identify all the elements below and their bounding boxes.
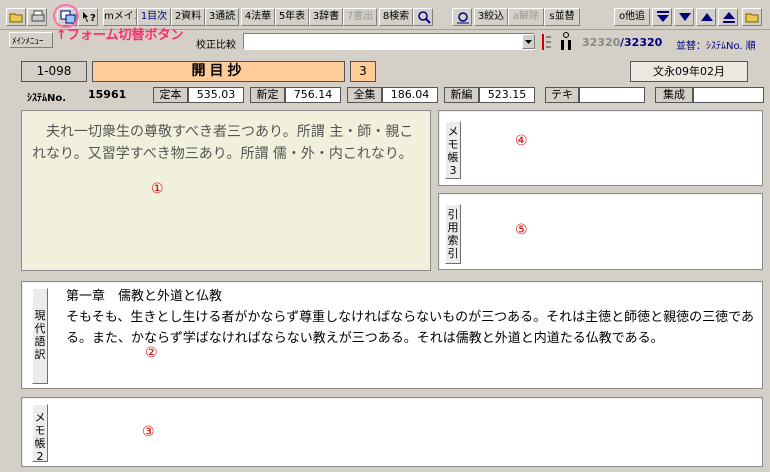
marker-3: ③ bbox=[142, 424, 155, 440]
folder-open-icon bbox=[9, 13, 23, 23]
prev-record-button[interactable] bbox=[696, 8, 716, 26]
compare-dropdown-button[interactable] bbox=[522, 34, 535, 49]
chronology-button[interactable]: 5年表 bbox=[275, 8, 309, 26]
help-button[interactable]: ? bbox=[78, 8, 98, 26]
arrow-bottom-icon bbox=[657, 11, 669, 22]
citation-panel[interactable]: 引用索引 ⑤ bbox=[438, 193, 763, 270]
marker-4: ④ bbox=[515, 133, 528, 149]
work-date: 文永09年02月 bbox=[630, 61, 748, 82]
text-label: テキ bbox=[545, 87, 579, 103]
continuous-read-button[interactable]: 3通読 bbox=[205, 8, 239, 26]
teihon-label: 定本 bbox=[153, 87, 188, 103]
bookmark-icon bbox=[542, 34, 551, 50]
open-folder-button[interactable] bbox=[6, 8, 26, 26]
shusei-label: 集成 bbox=[655, 87, 693, 103]
compare-label: 校正比較 bbox=[196, 40, 236, 51]
work-title: 開目抄 bbox=[92, 61, 345, 82]
arrow-up-icon bbox=[701, 13, 713, 21]
next-record-button[interactable] bbox=[674, 8, 694, 26]
hokke-button[interactable]: 4法華 bbox=[241, 8, 275, 26]
record-position: 32320 bbox=[582, 36, 621, 49]
compare-select[interactable] bbox=[243, 33, 535, 50]
modern-translation-panel[interactable]: 現代語訳 第一章 儒教と外道と仏教 そもそも、生きとし生ける者がかならず尊重しな… bbox=[21, 281, 763, 389]
toolbar: ? mメイン 1目次 2資料 3通読 4法華 5年表 3辞書 7書出 8検索 3… bbox=[0, 0, 770, 30]
last-record-button[interactable] bbox=[718, 8, 738, 26]
magnifier-down-icon bbox=[457, 12, 469, 24]
system-no-label: ｼｽﾃﾑNo. bbox=[27, 93, 67, 104]
toc-button[interactable]: 1目次 bbox=[137, 8, 171, 26]
memo3-label: メモ帳3 bbox=[447, 125, 459, 177]
original-text-panel[interactable]: 夫れ一切衆生の尊敬すべき者三つあり。所謂 主・師・親これなり。又習学すべき物三あ… bbox=[21, 110, 431, 271]
citation-index-button[interactable]: 引用索引 bbox=[445, 204, 461, 264]
shinpen-value: 523.15 bbox=[479, 87, 535, 103]
magnifier-icon bbox=[418, 11, 431, 24]
main-menu-tab[interactable]: ﾒｲﾝﾒﾆｭｰ bbox=[9, 32, 53, 48]
marker-5: ⑤ bbox=[515, 222, 528, 238]
memo3-button[interactable]: メモ帳3 bbox=[445, 121, 461, 179]
svg-text:?: ? bbox=[90, 13, 96, 24]
memo2-button[interactable]: メモ帳2 bbox=[32, 404, 48, 463]
memo3-panel[interactable]: メモ帳3 ④ bbox=[438, 110, 763, 186]
form-switch-annotation: ↑フォーム切替ボタン bbox=[56, 28, 184, 43]
teihon-value: 535.03 bbox=[188, 87, 244, 103]
memo2-label: メモ帳2 bbox=[34, 411, 46, 463]
sort-button[interactable]: s並替 bbox=[544, 8, 580, 26]
arrow-top-icon bbox=[723, 12, 735, 23]
modern-text: そもそも、生きとし生ける者がかならず尊重しなければならないものが三つある。それは… bbox=[66, 310, 754, 346]
main-menu-button[interactable]: mメイン bbox=[103, 8, 137, 26]
work-code: 1-098 bbox=[21, 61, 87, 82]
print-button[interactable] bbox=[27, 8, 47, 26]
open-folder-right-button[interactable] bbox=[742, 8, 762, 26]
write-out-button[interactable]: 7書出 bbox=[343, 8, 377, 26]
dictionary-button[interactable]: 3辞書 bbox=[309, 8, 343, 26]
other-add-button[interactable]: o他追 bbox=[614, 8, 650, 26]
shinpen-label: 新編 bbox=[444, 87, 479, 103]
marker-2: ② bbox=[145, 345, 158, 361]
zenshu-label: 全集 bbox=[347, 87, 382, 103]
memo2-panel[interactable]: メモ帳2 ③ bbox=[21, 397, 763, 467]
text-value[interactable] bbox=[579, 87, 645, 103]
system-no-value: 15961 bbox=[88, 88, 127, 101]
marker-1: ① bbox=[151, 181, 164, 197]
search-button[interactable]: 8検索 bbox=[379, 8, 413, 26]
annotation-circle bbox=[53, 4, 79, 28]
modern-heading: 第一章 儒教と外道と仏教 bbox=[66, 289, 223, 304]
modern-translation-button[interactable]: 現代語訳 bbox=[32, 288, 48, 384]
shintei-value: 756.14 bbox=[285, 87, 341, 103]
search-next-button[interactable] bbox=[413, 8, 433, 26]
chevron-down-icon bbox=[525, 40, 532, 44]
search-prev-button[interactable] bbox=[452, 8, 472, 26]
original-text: 夫れ一切衆生の尊敬すべき者三つあり。所謂 主・師・親これなり。又習学すべき物三あ… bbox=[32, 124, 414, 162]
shusei-value[interactable] bbox=[693, 87, 764, 103]
clear-button[interactable]: a解除 bbox=[508, 8, 544, 26]
arrow-down-icon bbox=[679, 13, 691, 21]
record-indicator-icon bbox=[561, 32, 571, 50]
citation-label: 引用索引 bbox=[447, 208, 459, 260]
main-menu-label: ﾒｲﾝﾒﾆｭｰ bbox=[12, 37, 44, 47]
modern-label: 現代語訳 bbox=[34, 309, 46, 361]
sort-status: 並替：ｼｽﾃﾑNo. 順 bbox=[676, 41, 756, 52]
shintei-label: 新定 bbox=[250, 87, 285, 103]
help-arrow-icon: ? bbox=[83, 12, 96, 24]
folder-open-icon bbox=[745, 13, 759, 23]
modern-text-block: 第一章 儒教と外道と仏教 そもそも、生きとし生ける者がかならず尊重しなければなら… bbox=[66, 286, 756, 349]
material-button[interactable]: 2資料 bbox=[171, 8, 205, 26]
volume-number: 3 bbox=[350, 61, 376, 82]
record-total: /32320 bbox=[620, 36, 663, 49]
narrow-button[interactable]: 3絞込 bbox=[474, 8, 508, 26]
zenshu-value: 186.04 bbox=[382, 87, 438, 103]
first-record-button[interactable] bbox=[652, 8, 672, 26]
printer-icon bbox=[31, 10, 45, 22]
